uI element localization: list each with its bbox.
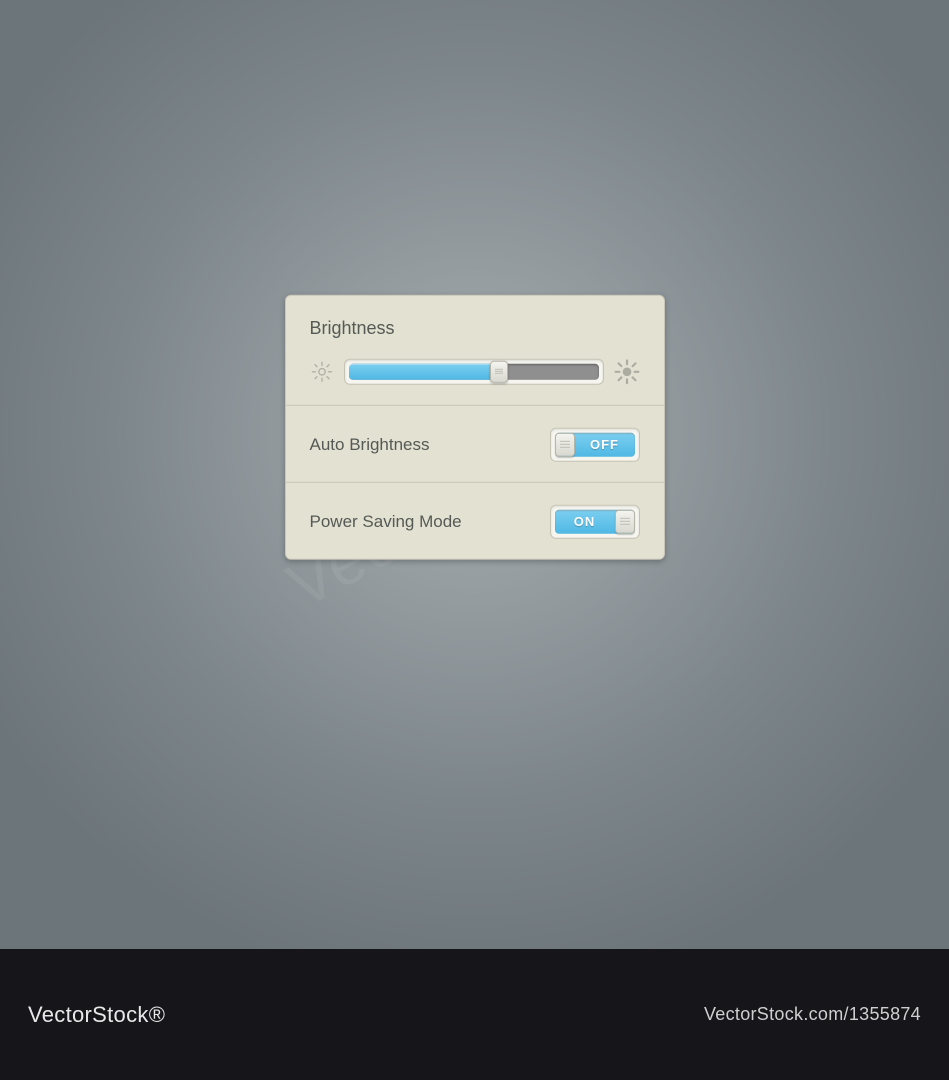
brightness-slider-fill (349, 363, 499, 379)
footer-brand: VectorStock® (28, 1002, 165, 1028)
brightness-slider-track (349, 363, 599, 379)
toggle-knob[interactable] (615, 509, 635, 533)
brightness-high-icon (614, 358, 640, 384)
auto-brightness-label: Auto Brightness (310, 434, 430, 454)
footer-id: VectorStock.com/1355874 (704, 1004, 921, 1025)
power-saving-section: Power Saving Mode ON (286, 482, 664, 558)
brightness-section: Brightness (286, 295, 664, 405)
power-saving-label: Power Saving Mode (310, 511, 462, 531)
brightness-slider-row (310, 358, 640, 384)
canvas: VectorStock® Brightness (0, 0, 949, 949)
toggle-knob[interactable] (555, 432, 575, 456)
auto-brightness-toggle[interactable]: OFF (550, 427, 640, 461)
settings-panel: Brightness (285, 294, 665, 559)
footer-bar: VectorStock® VectorStock.com/1355874 (0, 949, 949, 1080)
brightness-title: Brightness (310, 317, 640, 338)
brightness-slider-thumb[interactable] (490, 360, 508, 382)
auto-brightness-state: OFF (575, 437, 635, 452)
power-saving-toggle[interactable]: ON (550, 504, 640, 538)
auto-brightness-section: Auto Brightness OFF (286, 405, 664, 482)
brightness-slider[interactable] (344, 358, 604, 384)
brightness-low-icon (310, 359, 334, 383)
power-saving-state: ON (555, 514, 615, 529)
